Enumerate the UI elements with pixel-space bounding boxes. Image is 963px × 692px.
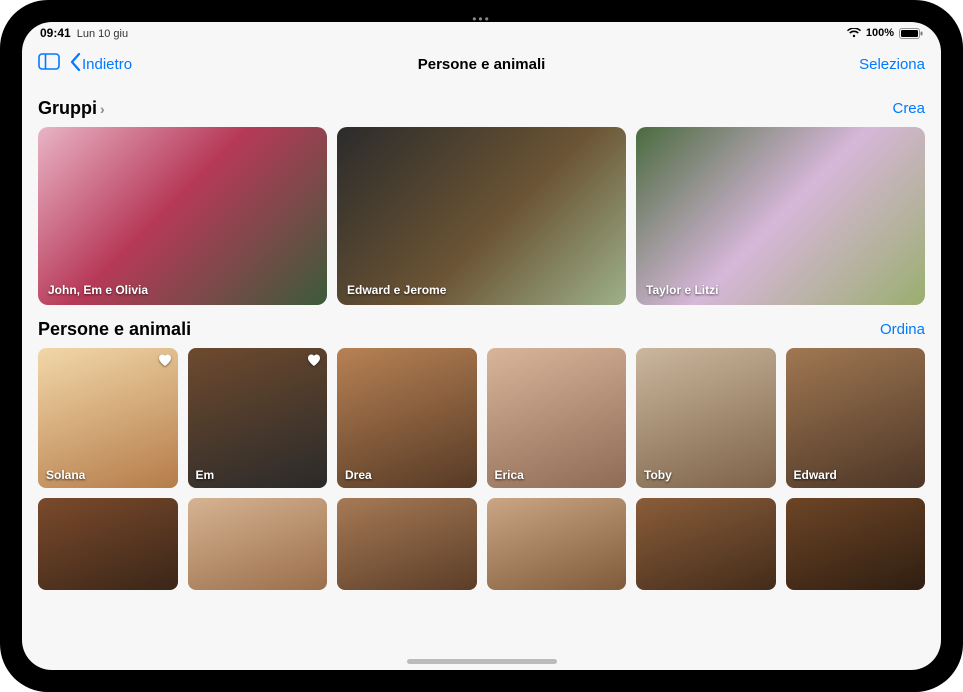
group-card[interactable]: Edward e Jerome [337,127,626,305]
groups-row: John, Em e Olivia Edward e Jerome Taylor… [38,127,925,305]
sort-button[interactable]: Ordina [880,321,925,338]
content-scroll[interactable]: Gruppi › Crea John, Em e Olivia Edward e… [22,84,941,670]
nav-bar: Indietro Persone e animali Seleziona [22,44,941,84]
person-card[interactable] [188,498,328,590]
people-section-header: Persone e animali Ordina [38,319,925,340]
select-button[interactable]: Seleziona [859,56,925,73]
person-photo [786,498,926,590]
person-card[interactable] [636,498,776,590]
create-group-button[interactable]: Crea [892,100,925,117]
person-label: Drea [345,468,372,482]
group-label: John, Em e Olivia [48,283,148,297]
groups-section-header: Gruppi › Crea [38,98,925,119]
person-card[interactable]: Edward [786,348,926,488]
person-label: Edward [794,468,837,482]
wifi-icon [847,28,861,38]
person-label: Erica [495,468,524,482]
people-grid: Solana Em Drea Erica [38,348,925,488]
person-card[interactable] [786,498,926,590]
heart-icon [158,354,172,372]
groups-heading[interactable]: Gruppi › [38,98,105,119]
group-photo [337,127,626,305]
person-card[interactable] [337,498,477,590]
battery-percent: 100% [866,27,894,39]
person-card[interactable]: Drea [337,348,477,488]
page-title: Persone e animali [418,56,546,73]
person-label: Em [196,468,215,482]
person-photo [636,498,776,590]
status-date: Lun 10 giu [77,28,128,40]
chevron-left-icon [70,53,81,75]
person-photo [38,498,178,590]
chevron-right-icon: › [100,101,105,117]
people-grid-more [38,498,925,590]
people-title-text: Persone e animali [38,319,191,340]
status-bar: 09:41 Lun 10 giu 100% [22,22,941,44]
people-heading: Persone e animali [38,319,191,340]
group-card[interactable]: Taylor e Litzi [636,127,925,305]
battery-icon [899,28,923,39]
person-card[interactable]: Toby [636,348,776,488]
group-label: Taylor e Litzi [646,283,718,297]
person-card[interactable]: Em [188,348,328,488]
home-indicator[interactable] [407,659,557,664]
person-card[interactable]: Solana [38,348,178,488]
device-frame: ••• 09:41 Lun 10 giu 100% [0,0,963,692]
group-photo [636,127,925,305]
back-label: Indietro [82,56,132,73]
person-label: Solana [46,468,85,482]
person-card[interactable] [487,498,627,590]
groups-title-text: Gruppi [38,98,97,119]
person-card[interactable] [38,498,178,590]
sidebar-toggle-button[interactable] [38,53,60,75]
person-photo [188,498,328,590]
group-photo [38,127,327,305]
group-card[interactable]: John, Em e Olivia [38,127,327,305]
group-label: Edward e Jerome [347,283,446,297]
back-button[interactable]: Indietro [70,53,132,75]
heart-icon [307,354,321,372]
person-photo [487,498,627,590]
person-photo [337,498,477,590]
person-card[interactable]: Erica [487,348,627,488]
person-label: Toby [644,468,672,482]
status-time: 09:41 [40,26,71,40]
screen: 09:41 Lun 10 giu 100% [22,22,941,670]
